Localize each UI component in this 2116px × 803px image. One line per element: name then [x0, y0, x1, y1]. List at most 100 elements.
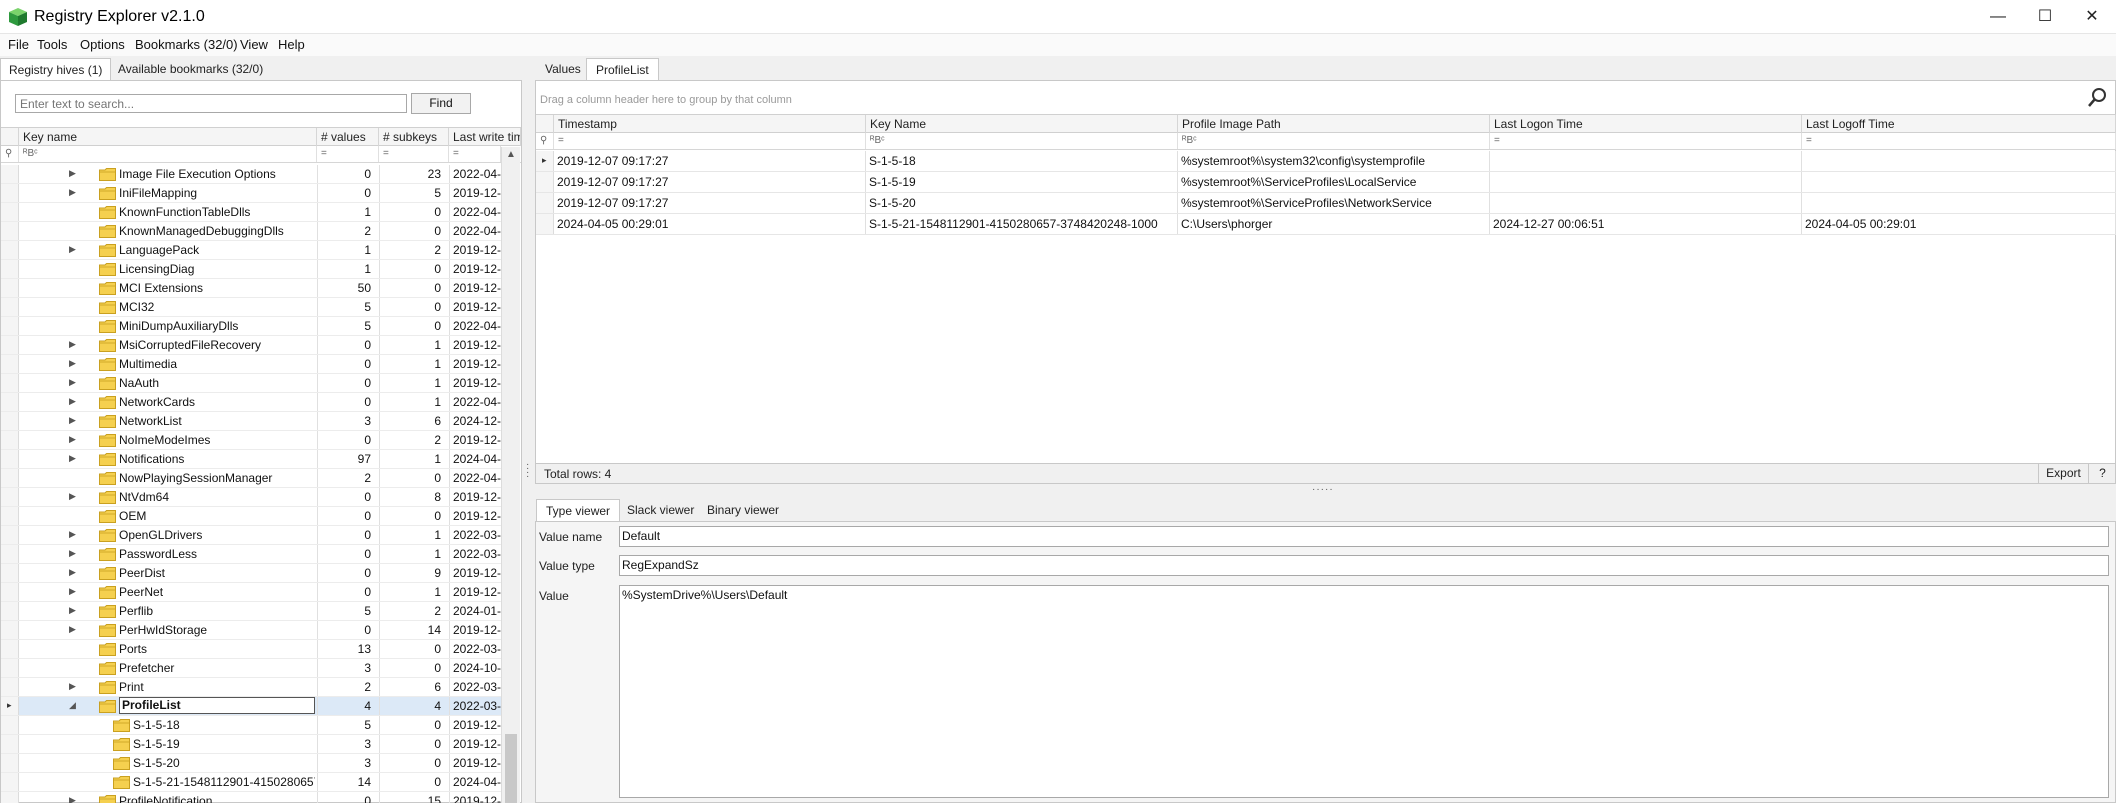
tree-row[interactable]: ▶ PeerDist 092019-12-0 — [1, 564, 501, 583]
col-values[interactable]: # values — [317, 128, 379, 146]
tree-row[interactable]: MiniDumpAuxiliaryDlls 502022-04-0 — [1, 317, 501, 336]
row-gutter[interactable] — [1, 222, 19, 240]
row-gutter[interactable] — [1, 355, 19, 373]
row-gutter[interactable] — [1, 241, 19, 259]
tree-row[interactable]: S-1-5-20 302019-12-0 — [1, 754, 501, 773]
row-gutter[interactable] — [1, 279, 19, 297]
value-type-field[interactable]: RegExpandSz — [619, 555, 2109, 576]
row-gutter[interactable] — [1, 507, 19, 525]
expand-right-icon[interactable]: ▶ — [69, 548, 76, 559]
tree-row[interactable]: MCI32 502019-12-0 — [1, 298, 501, 317]
expand-right-icon[interactable]: ▶ — [69, 605, 76, 616]
col-last-logon[interactable]: Last Logon Time — [1490, 115, 1802, 133]
grid-row[interactable]: 2019-12-07 09:17:27 S-1-5-20 %systemroot%\… — [536, 193, 2116, 214]
col-last-logoff[interactable]: Last Logoff Time — [1802, 115, 2116, 133]
scrollbar-thumb[interactable] — [505, 734, 517, 803]
tree-row[interactable]: S-1-5-18 502019-12-0 — [1, 716, 501, 735]
tree-row[interactable]: KnownManagedDebuggingDlls 202022-04-0 — [1, 222, 501, 241]
filter-subkeys[interactable]: = — [379, 146, 449, 162]
row-gutter[interactable] — [1, 545, 19, 563]
tree-scrollbar[interactable]: ▲ — [501, 147, 520, 803]
tree-row[interactable]: Ports 1302022-03-3 — [1, 640, 501, 659]
grid-filter-pin-icon[interactable]: ⚲ — [536, 133, 554, 149]
tab-profilelist[interactable]: ProfileList — [586, 58, 659, 80]
row-gutter[interactable] — [1, 678, 19, 696]
export-button[interactable]: Export — [2038, 464, 2088, 483]
expand-right-icon[interactable]: ▶ — [69, 415, 76, 426]
tree-row[interactable]: ▶ LanguagePack 122019-12-0 — [1, 241, 501, 260]
col-last-write[interactable]: Last write time — [449, 128, 521, 146]
row-gutter[interactable] — [1, 184, 19, 202]
tree-row[interactable]: ▶ NtVdm64 082019-12-0 — [1, 488, 501, 507]
tree-row[interactable]: LicensingDiag 102019-12-0 — [1, 260, 501, 279]
row-gutter[interactable] — [1, 602, 19, 620]
scroll-up-icon[interactable]: ▲ — [506, 149, 516, 160]
row-gutter[interactable] — [1, 469, 19, 487]
row-gutter[interactable] — [1, 298, 19, 316]
tab-registry-hives[interactable]: Registry hives (1) — [0, 58, 112, 80]
expand-right-icon[interactable]: ▶ — [69, 168, 76, 179]
expand-right-icon[interactable]: ▶ — [69, 491, 76, 502]
tree-row[interactable]: ▶ Image File Execution Options 0 23 2022-04-… — [1, 165, 501, 184]
row-gutter[interactable] — [1, 640, 19, 658]
expand-right-icon[interactable]: ▶ — [69, 795, 76, 803]
expand-right-icon[interactable]: ▶ — [69, 624, 76, 635]
tree-row[interactable]: ▶ PasswordLess 012022-03-3 — [1, 545, 501, 564]
grid-row-gutter[interactable] — [536, 193, 554, 213]
row-gutter[interactable] — [1, 659, 19, 677]
grid-row-gutter[interactable]: ▸ — [536, 151, 554, 171]
find-button[interactable]: Find — [411, 93, 471, 114]
tree-row[interactable]: KnownFunctionTableDlls 102022-04-0 — [1, 203, 501, 222]
row-gutter[interactable] — [1, 583, 19, 601]
filter-last-write[interactable]: = — [449, 146, 501, 162]
tab-values[interactable]: Values — [536, 58, 590, 80]
filter-key-name-grid[interactable]: ᴿBᶜ — [866, 133, 1178, 149]
grid-row[interactable]: 2024-04-05 00:29:01 S-1-5-21-1548112901-4… — [536, 214, 2116, 235]
tab-binary-viewer[interactable]: Binary viewer — [698, 499, 788, 521]
tree-row[interactable]: ▸◢ProfileList442022-03-3 — [1, 697, 501, 716]
expand-right-icon[interactable]: ▶ — [69, 529, 76, 540]
row-gutter[interactable] — [1, 621, 19, 639]
row-gutter[interactable] — [1, 317, 19, 335]
horizontal-splitter-grip[interactable]: ····· — [1312, 484, 1334, 495]
menu-file[interactable]: File — [8, 37, 29, 52]
row-gutter[interactable] — [1, 792, 19, 803]
expand-right-icon[interactable]: ▶ — [69, 434, 76, 445]
tree-row[interactable]: ▶ MsiCorruptedFileRecovery 012019-12-0 — [1, 336, 501, 355]
menu-help[interactable]: Help — [278, 37, 305, 52]
tree-row[interactable]: ▶ PerHwIdStorage 0142019-12-0 — [1, 621, 501, 640]
filter-profile-path[interactable]: ᴿBᶜ — [1178, 133, 1490, 149]
filter-last-logoff[interactable]: = — [1802, 133, 2116, 149]
row-gutter[interactable] — [1, 488, 19, 506]
tree-row[interactable]: MCI Extensions 5002019-12-0 — [1, 279, 501, 298]
expand-right-icon[interactable]: ▶ — [69, 377, 76, 388]
value-data-field[interactable]: %SystemDrive%\Users\Default — [619, 585, 2109, 798]
menu-tools[interactable]: Tools — [37, 37, 67, 52]
tree-row[interactable]: OEM002019-12-0 — [1, 507, 501, 526]
tree-row[interactable]: S-1-5-19 302019-12-0 — [1, 735, 501, 754]
row-gutter[interactable] — [1, 450, 19, 468]
tree-row[interactable]: ▶ NetworkList 362024-12-2 — [1, 412, 501, 431]
row-gutter[interactable] — [1, 165, 19, 183]
tree-row[interactable]: ▶ PeerNet 012019-12-0 — [1, 583, 501, 602]
filter-last-logon[interactable]: = — [1490, 133, 1802, 149]
tree-row[interactable]: ▶ OpenGLDrivers 012022-03-3 — [1, 526, 501, 545]
search-icon[interactable] — [2086, 87, 2108, 109]
row-gutter[interactable] — [1, 412, 19, 430]
tab-slack-viewer[interactable]: Slack viewer — [618, 499, 703, 521]
tree-row[interactable]: ▶ NaAuth 012019-12-0 — [1, 374, 501, 393]
row-gutter[interactable] — [1, 260, 19, 278]
grid-row-gutter[interactable] — [536, 172, 554, 192]
tree-row[interactable]: ▶ Multimedia 012019-12-0 — [1, 355, 501, 374]
vertical-splitter-grip[interactable]: · · · · — [526, 460, 529, 482]
row-gutter[interactable] — [1, 374, 19, 392]
col-timestamp[interactable]: Timestamp — [554, 115, 866, 133]
menu-bookmarks[interactable]: Bookmarks (32/0) — [135, 37, 238, 52]
col-key-name[interactable]: Key name — [19, 128, 317, 146]
maximize-button[interactable]: ☐ — [2022, 0, 2068, 34]
expand-down-icon[interactable]: ◢ — [69, 700, 76, 711]
row-gutter[interactable] — [1, 431, 19, 449]
col-subkeys[interactable]: # subkeys — [379, 128, 449, 146]
grid-row[interactable]: ▸ 2019-12-07 09:17:27 S-1-5-18 %systemroot%… — [536, 151, 2116, 172]
tab-available-bookmarks[interactable]: Available bookmarks (32/0) — [110, 58, 271, 80]
